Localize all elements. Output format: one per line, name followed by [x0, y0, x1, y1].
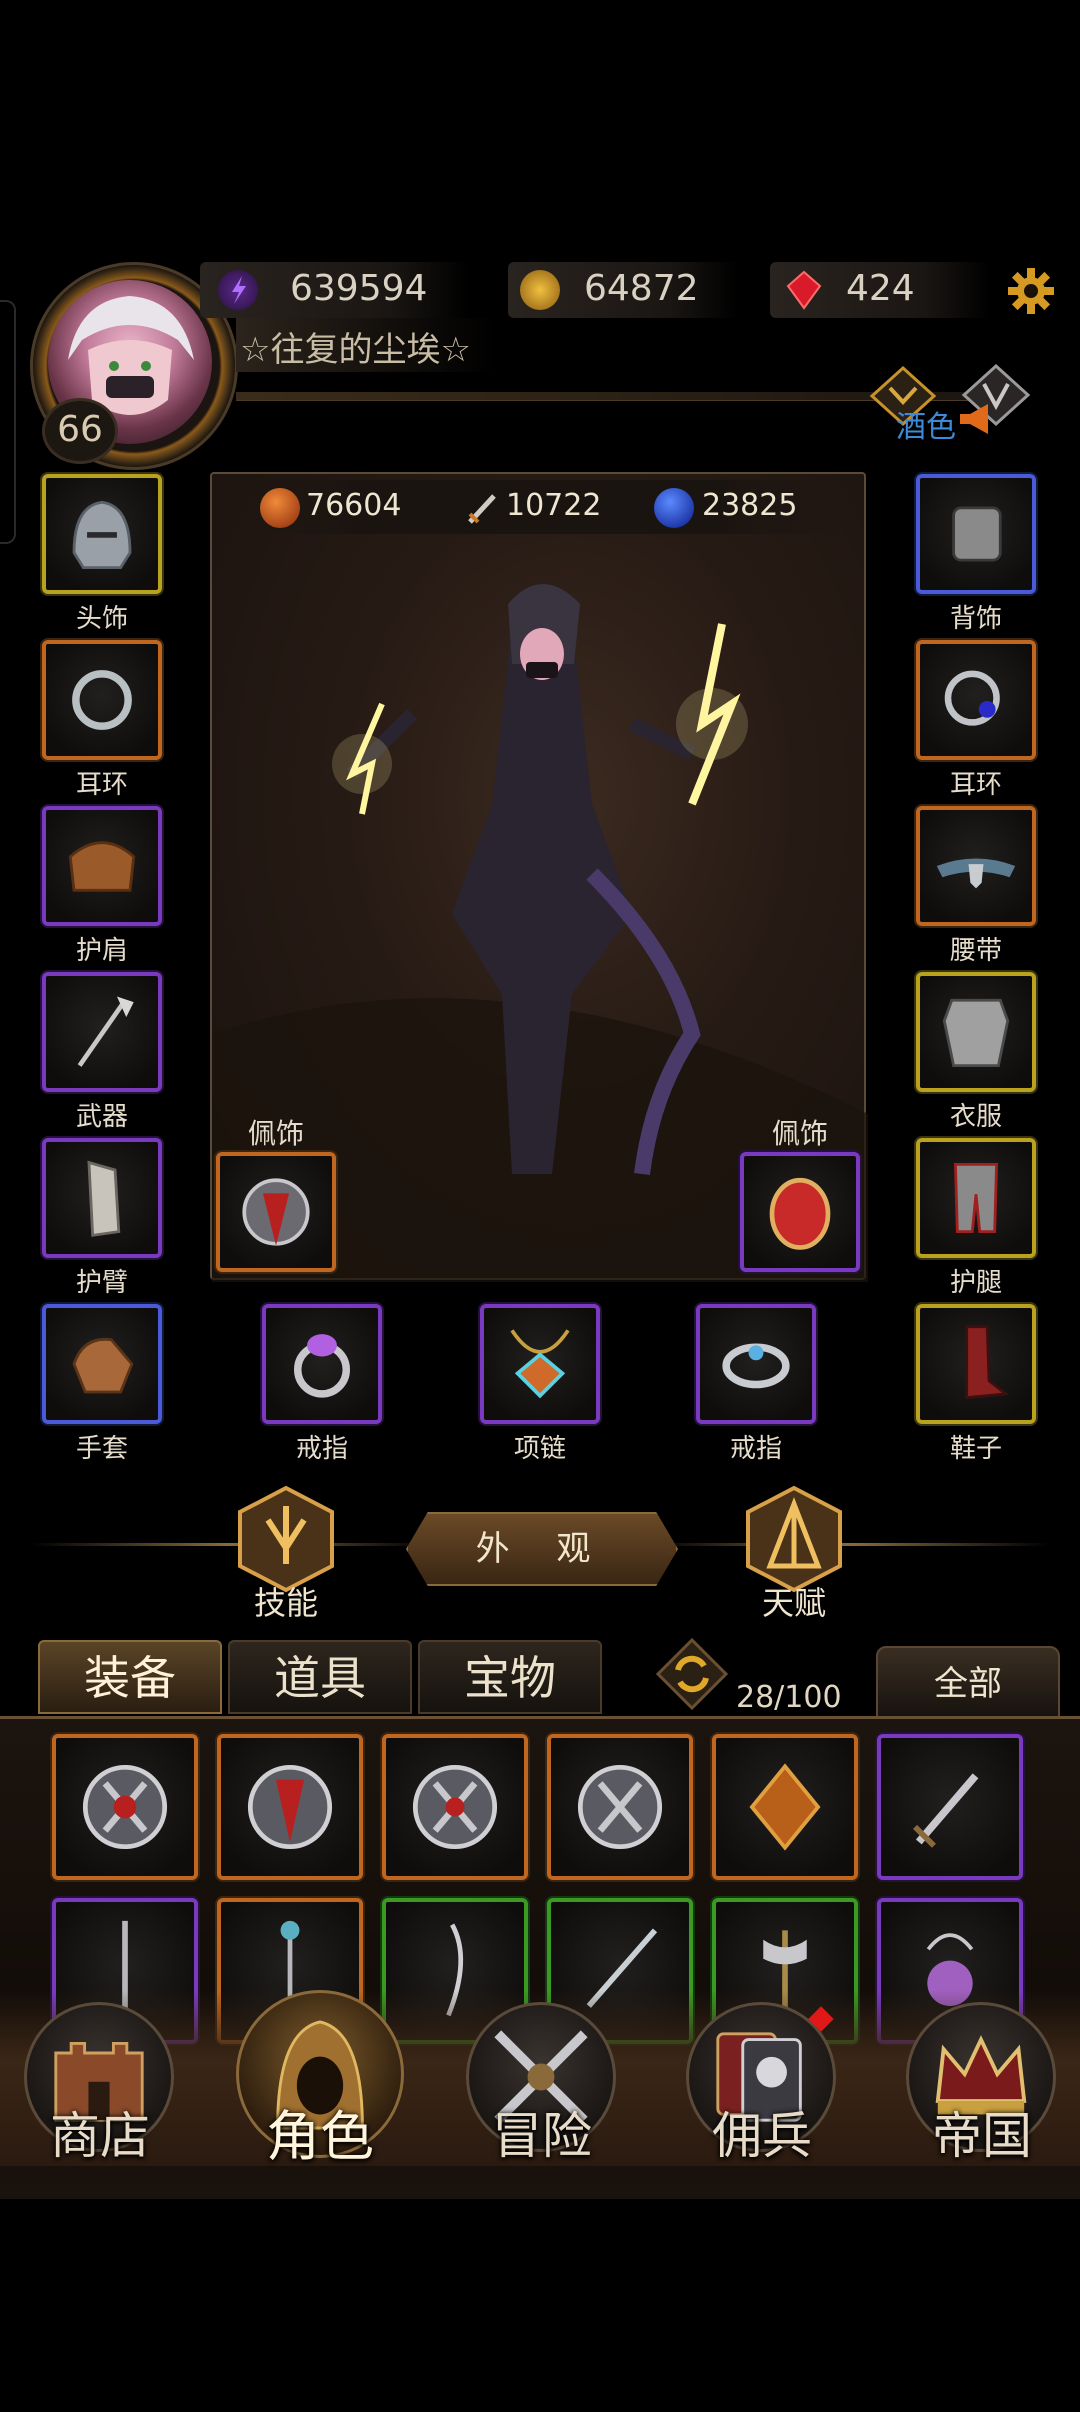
appearance-button[interactable]: 外 观: [406, 1512, 678, 1586]
slot-label-armor: 衣服: [949, 1102, 1002, 1132]
tab-items[interactable]: 道具: [228, 1640, 412, 1714]
inventory-slot[interactable]: [52, 1734, 198, 1880]
inventory-count: 28/100: [736, 1680, 842, 1715]
equip-slot-back[interactable]: [916, 474, 1036, 594]
player-name: ☆往复的尘埃☆: [240, 330, 471, 370]
slot-label-leggings: 护腿: [949, 1268, 1002, 1298]
slot-label-earring-right: 耳环: [949, 770, 1002, 800]
slot-label-shoulder: 护肩: [75, 936, 128, 966]
slot-label-earring-left: 耳环: [75, 770, 128, 800]
side-drawer-handle[interactable]: [0, 300, 16, 544]
slot-label-gloves: 手套: [75, 1434, 128, 1464]
equip-slot-earring-right[interactable]: [916, 640, 1036, 760]
slot-label-ring-right: 戒指: [729, 1434, 782, 1464]
nav-label-adventure[interactable]: 冒险: [462, 2096, 622, 2168]
notice-ticker-text[interactable]: 酒色: [896, 402, 956, 446]
talent-label[interactable]: 天赋: [724, 1578, 864, 1624]
tab-equipment[interactable]: 装备: [38, 1640, 222, 1714]
megaphone-icon[interactable]: [956, 398, 998, 440]
inventory-slot[interactable]: [547, 1734, 693, 1880]
equip-slot-accessory-left[interactable]: [216, 1152, 336, 1272]
nav-label-character[interactable]: 角色: [240, 2092, 400, 2171]
equip-slot-belt[interactable]: [916, 806, 1036, 926]
mana-orb-icon: [654, 488, 694, 528]
red-gem-icon: [784, 270, 824, 310]
slot-label-belt: 腰带: [949, 936, 1002, 966]
slot-label-ring-left: 戒指: [295, 1434, 348, 1464]
energy-value: 639594: [290, 268, 428, 309]
sort-refresh-icon[interactable]: [654, 1636, 730, 1712]
filter-all-button[interactable]: 全部: [876, 1646, 1060, 1720]
equip-slot-bracer[interactable]: [42, 1138, 162, 1258]
skills-label[interactable]: 技能: [216, 1578, 356, 1624]
equip-slot-boots[interactable]: [916, 1304, 1036, 1424]
slot-label-back: 背饰: [949, 604, 1002, 634]
stat-mana-value: 23825: [702, 488, 798, 523]
slot-label-necklace: 项链: [513, 1434, 566, 1464]
equip-slot-leggings[interactable]: [916, 1138, 1036, 1258]
equip-slot-accessory-right[interactable]: [740, 1152, 860, 1272]
slot-label-boots: 鞋子: [949, 1434, 1002, 1464]
equip-slot-ring-right[interactable]: [696, 1304, 816, 1424]
slot-label-headwear: 头饰: [75, 604, 128, 634]
ruby-value: 424: [846, 268, 915, 309]
purple-lightning-icon: [218, 270, 258, 310]
equip-slot-weapon[interactable]: [42, 972, 162, 1092]
gold-value: 64872: [584, 268, 699, 309]
inventory-slot[interactable]: [877, 1734, 1023, 1880]
slot-label-accessory-right: 佩饰: [771, 1117, 828, 1150]
equip-slot-earring-left[interactable]: [42, 640, 162, 760]
equip-slot-gloves[interactable]: [42, 1304, 162, 1424]
equip-slot-headwear[interactable]: [42, 474, 162, 594]
stat-health-value: 76604: [306, 488, 402, 523]
inventory-slot[interactable]: [217, 1734, 363, 1880]
divider-left: [30, 1543, 430, 1546]
nav-label-mercenary[interactable]: 佣兵: [682, 2096, 842, 2168]
slot-label-accessory-left: 佩饰: [247, 1117, 304, 1150]
equip-slot-necklace[interactable]: [480, 1304, 600, 1424]
level-badge: 66: [42, 398, 118, 464]
gear-icon[interactable]: [1006, 266, 1056, 316]
tab-treasures[interactable]: 宝物: [418, 1640, 602, 1714]
nav-label-empire[interactable]: 帝国: [902, 2096, 1062, 2168]
slot-label-bracer: 护臂: [75, 1268, 128, 1298]
sword-attack-icon: [462, 488, 502, 528]
health-orb-icon: [260, 488, 300, 528]
slot-label-weapon: 武器: [75, 1102, 128, 1132]
equip-slot-armor[interactable]: [916, 972, 1036, 1092]
inventory-slot[interactable]: [712, 1734, 858, 1880]
inventory-slot[interactable]: [382, 1734, 528, 1880]
equip-slot-ring-left[interactable]: [262, 1304, 382, 1424]
stat-attack-value: 10722: [506, 488, 602, 523]
nav-label-shop[interactable]: 商店: [20, 2096, 180, 2168]
gold-coin-icon: [520, 270, 560, 310]
divider-right: [650, 1543, 1050, 1546]
equip-slot-shoulder[interactable]: [42, 806, 162, 926]
